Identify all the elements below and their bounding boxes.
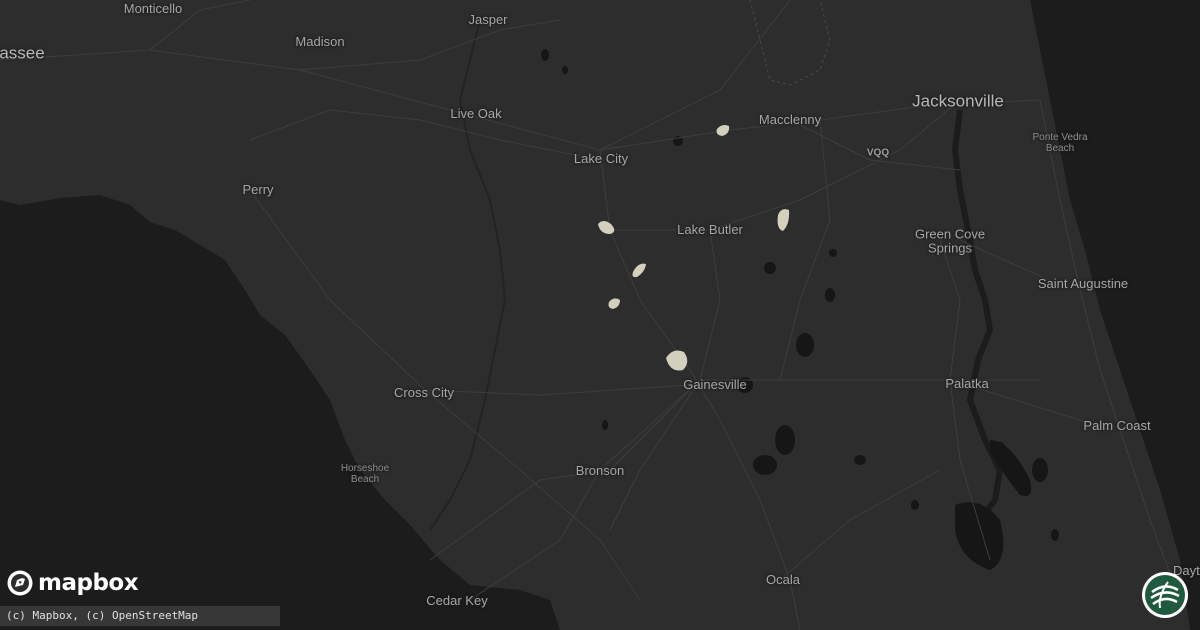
place-label: Cross City (394, 384, 454, 400)
mapbox-logo[interactable]: mapbox (6, 569, 139, 597)
place-label: Palatka (945, 375, 989, 391)
place-label: Green Cove Springs (914, 226, 986, 256)
place-label: Jasper (468, 11, 508, 27)
place-label: Lake Butler (677, 221, 743, 237)
place-label: Palm Coast (1083, 417, 1151, 433)
place-label: Jacksonville (912, 91, 1004, 111)
place-label: Saint Augustine (1037, 275, 1129, 291)
place-label: assee (0, 43, 45, 63)
airport-label: VQQ (866, 147, 890, 159)
place-label: Bronson (575, 462, 625, 478)
place-label: Monticello (123, 0, 183, 16)
place-label: Macclenny (758, 111, 822, 127)
place-label: Madison (295, 33, 345, 49)
map-attribution[interactable]: (c) Mapbox, (c) OpenStreetMap (0, 606, 280, 626)
map-canvas[interactable]: Monticello assee Madison Jasper Live Oak… (0, 0, 1200, 630)
place-label: Perry (242, 181, 274, 197)
place-label: Horseshoe Beach (340, 463, 390, 485)
place-label: Cedar Key (426, 592, 488, 608)
mapbox-logo-text: mapbox (38, 570, 139, 596)
place-label: Ponte Vedra Beach (1032, 132, 1088, 154)
place-label: Lake City (573, 150, 629, 166)
map-basemap (0, 0, 1200, 630)
mapbox-logo-icon (7, 570, 33, 596)
place-label: Live Oak (450, 105, 502, 121)
place-label: Ocala (766, 571, 800, 587)
place-label: Gainesville (683, 376, 747, 392)
site-badge-icon (1142, 572, 1188, 618)
